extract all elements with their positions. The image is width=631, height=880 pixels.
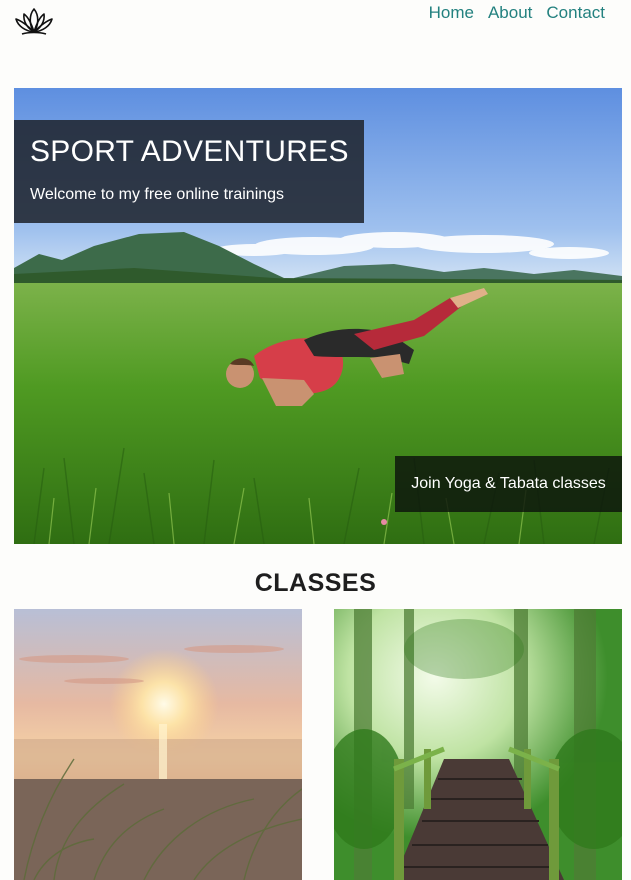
classes-heading: CLASSES <box>254 569 377 597</box>
nav-link-home[interactable]: Home <box>429 3 474 23</box>
class-card-sunset[interactable] <box>14 609 302 880</box>
nav-link-about[interactable]: About <box>488 3 532 23</box>
hero-title: SPORT ADVENTURES <box>30 135 349 168</box>
hero-title-box: SPORT ADVENTURES Welcome to my free onli… <box>14 120 364 223</box>
forest-boardwalk-image <box>334 609 622 880</box>
join-classes-button[interactable]: Join Yoga & Tabata classes <box>395 456 622 512</box>
hero-subtitle: Welcome to my free online trainings <box>30 186 285 203</box>
nav-link-contact[interactable]: Contact <box>546 3 605 23</box>
class-card-forest[interactable] <box>334 609 622 880</box>
lotus-icon[interactable] <box>14 6 54 36</box>
beach-sunset-image <box>14 609 302 880</box>
main-nav: Home About Contact <box>429 3 605 23</box>
hero-banner: SPORT ADVENTURES Welcome to my free onli… <box>14 88 622 544</box>
